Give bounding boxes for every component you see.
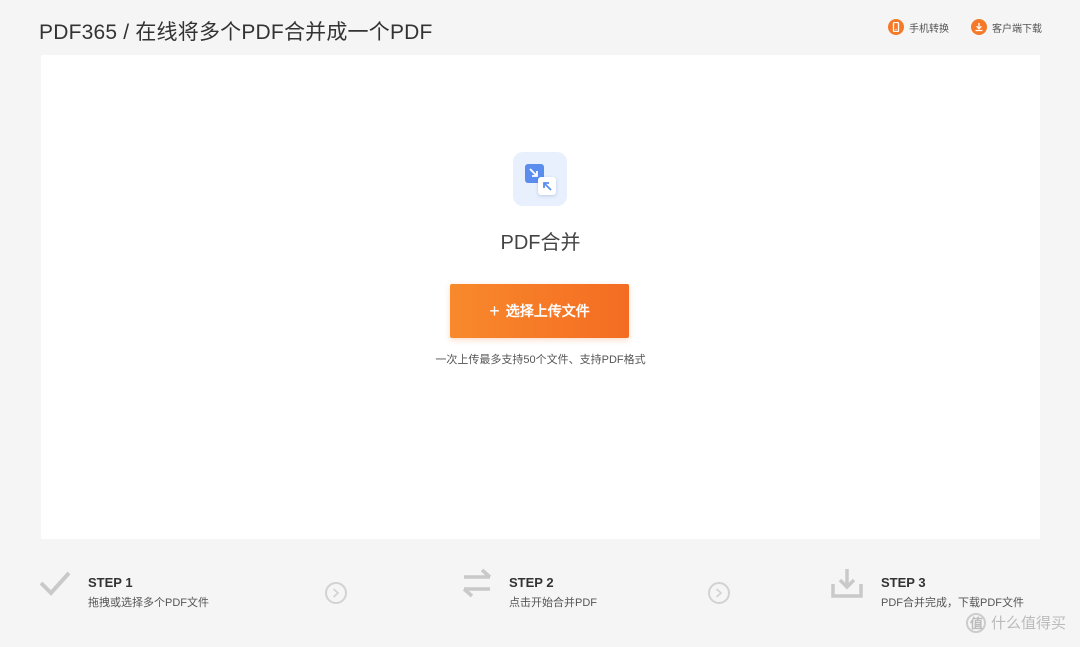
page-title: PDF365 / 在线将多个PDF合并成一个PDF [39,21,433,44]
page: PDF365 / 在线将多个PDF合并成一个PDF 手机转换 客户端下载 PDF… [0,0,1080,647]
watermark-text: 什么值得买 [990,615,1066,632]
select-upload-file-button[interactable]: + 选择上传文件 [450,284,629,338]
plus-icon: + [489,301,500,321]
zhi-logo-icon: 值 [965,612,986,633]
step-1-desc: 拖拽或选择多个PDF文件 [88,597,209,609]
steps-bar: STEP 1 拖拽或选择多个PDF文件 STEP 2 点击开始合并PDF STE… [0,560,1080,630]
upload-hint: 一次上传最多支持50个文件、支持PDF格式 [435,354,646,366]
merge-arrows-icon [513,152,567,206]
header: PDF365 / 在线将多个PDF合并成一个PDF 手机转换 客户端下载 [0,0,1080,56]
tool-title: PDF合并 [500,232,581,254]
chevron-right-icon [708,582,730,604]
checkmark-icon [38,566,72,605]
header-links: 手机转换 客户端下载 [888,19,1042,35]
chevron-right-icon [325,582,347,604]
step-3-label: STEP 3 [881,575,926,590]
watermark: 值 什么值得买 [965,612,1066,633]
download-tray-icon [830,566,864,605]
client-download-label: 客户端下载 [992,23,1042,35]
step-2-label: STEP 2 [509,575,554,590]
step-2-desc: 点击开始合并PDF [509,597,597,609]
zhi-logo-glyph: 值 [969,615,983,631]
mobile-convert-link[interactable]: 手机转换 [888,19,949,35]
client-download-link[interactable]: 客户端下载 [971,19,1042,35]
phone-icon [888,19,904,35]
step-1-label: STEP 1 [88,575,133,590]
upload-card[interactable]: PDF合并 + 选择上传文件 一次上传最多支持50个文件、支持PDF格式 [41,55,1040,539]
mobile-convert-label: 手机转换 [909,23,949,35]
step-3-desc: PDF合并完成，下载PDF文件 [881,597,1024,609]
swap-arrows-icon [460,566,494,605]
download-icon [971,19,987,35]
upload-button-label: 选择上传文件 [505,303,590,319]
